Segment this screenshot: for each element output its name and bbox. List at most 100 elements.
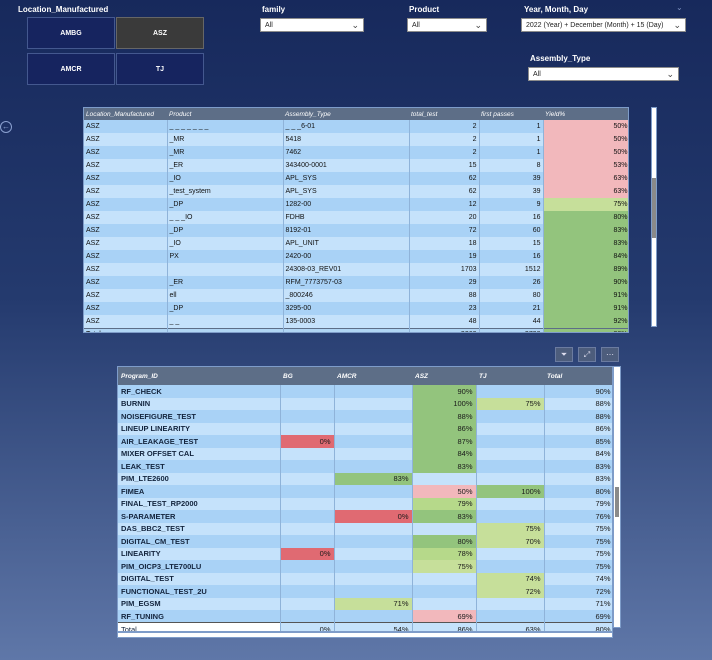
- program-matrix-scrollbar[interactable]: [613, 366, 621, 628]
- family-dropdown[interactable]: All ⌄: [260, 18, 364, 32]
- column-header[interactable]: Location_Manufactured: [84, 108, 167, 120]
- matrix-row[interactable]: DIGITAL_TEST 74% 74%: [118, 572, 612, 585]
- column-header[interactable]: ASZ: [412, 367, 476, 385]
- table-cell: _IO: [167, 172, 284, 185]
- location-tile-ambg[interactable]: AMBG: [27, 17, 115, 49]
- matrix-row[interactable]: NOISEFIGURE_TEST 88% 88%: [118, 410, 612, 423]
- matrix-row[interactable]: RF_CHECK 90% 90%: [118, 385, 612, 398]
- matrix-row[interactable]: DAS_BBC2_TEST 75% 75%: [118, 522, 612, 535]
- location-tile-tj[interactable]: TJ: [116, 53, 204, 85]
- table-row[interactable]: ASZ _ER RFM_7773757-03 29 26 90%: [84, 276, 628, 289]
- column-header[interactable]: Yield%: [543, 108, 628, 120]
- more-options-icon[interactable]: ⋯: [601, 347, 619, 362]
- matrix-cell: [334, 435, 413, 448]
- matrix-cell: [334, 585, 413, 598]
- column-header[interactable]: total_test: [409, 108, 479, 120]
- matrix-cell: 90%: [544, 385, 612, 398]
- matrix-cell: [412, 572, 477, 585]
- product-dropdown[interactable]: All ⌄: [407, 18, 487, 32]
- column-header[interactable]: Assembly_Type: [283, 108, 409, 120]
- matrix-row[interactable]: PIM_LTE2600 83% 83%: [118, 472, 612, 485]
- column-header[interactable]: Product: [167, 108, 283, 120]
- table-cell: 44: [479, 315, 544, 328]
- program-id-cell: PIM_EGSM: [118, 597, 281, 610]
- column-header[interactable]: first passes: [479, 108, 543, 120]
- matrix-row[interactable]: S-PARAMETER 0% 83% 76%: [118, 510, 612, 523]
- table-cell: 1: [479, 120, 544, 133]
- matrix-row[interactable]: FUNCTIONAL_TEST_2U 72% 72%: [118, 585, 612, 598]
- matrix-cell: [412, 472, 477, 485]
- table-cell: ASZ: [84, 172, 168, 185]
- table-row[interactable]: ASZ _ _ 135-0003 48 44 92%: [84, 315, 628, 328]
- matrix-cell: 72%: [476, 585, 545, 598]
- matrix-cell: [280, 560, 335, 573]
- matrix-row[interactable]: FINAL_TEST_RP2000 79% 79%: [118, 497, 612, 510]
- matrix-row[interactable]: LINEARITY 0% 78% 75%: [118, 547, 612, 560]
- matrix-cell: [280, 460, 335, 473]
- column-header[interactable]: Program_ID: [118, 367, 280, 385]
- program-id-cell: PIM_OICP3_LTE700LU: [118, 560, 281, 573]
- date-dropdown[interactable]: 2022 (Year) + December (Month) + 15 (Day…: [521, 18, 686, 32]
- table-cell: 92%: [543, 315, 628, 328]
- program-id-cell: LEAK_TEST: [118, 460, 281, 473]
- total-cell: [167, 327, 284, 332]
- matrix-cell: [334, 560, 413, 573]
- table-cell: 19: [409, 250, 480, 263]
- matrix-cell: 80%: [412, 535, 477, 548]
- table-cell: 15: [479, 237, 544, 250]
- matrix-row[interactable]: LINEUP LINEARITY 86% 86%: [118, 422, 612, 435]
- product-dropdown-value: All: [412, 22, 420, 29]
- matrix-row[interactable]: RF_TUNING 69% 69%: [118, 610, 612, 623]
- matrix-row[interactable]: LEAK_TEST 83% 83%: [118, 460, 612, 473]
- table-row[interactable]: ASZ 24308-03_REV01 1703 1512 89%: [84, 263, 628, 276]
- table-row[interactable]: ASZ PX 2420-00 19 16 84%: [84, 250, 628, 263]
- column-header[interactable]: AMCR: [334, 367, 412, 385]
- table-cell: 16: [479, 250, 544, 263]
- matrix-row[interactable]: FIMEA 50% 100% 80%: [118, 485, 612, 498]
- matrix-row[interactable]: PIM_EGSM 71% 71%: [118, 597, 612, 610]
- table-row[interactable]: ASZ _DP 3295-00 23 21 91%: [84, 302, 628, 315]
- table-row[interactable]: ASZ _MR 5418 2 1 50%: [84, 133, 628, 146]
- table-row[interactable]: ASZ _IO APL_SYS 62 39 63%: [84, 172, 628, 185]
- matrix-row[interactable]: DIGITAL_CM_TEST 80% 70% 75%: [118, 535, 612, 548]
- table-row[interactable]: ASZ ell _800246 88 80 91%: [84, 289, 628, 302]
- matrix-cell: 71%: [334, 597, 413, 610]
- table-row[interactable]: ASZ _DP 1282-00 12 9 75%: [84, 198, 628, 211]
- table-cell: 2: [409, 146, 480, 159]
- matrix-cell: [334, 547, 413, 560]
- table-row[interactable]: ASZ _MR 7462 2 1 50%: [84, 146, 628, 159]
- focus-mode-icon[interactable]: ⤢: [578, 347, 596, 362]
- matrix-row[interactable]: BURNIN 100% 75% 88%: [118, 397, 612, 410]
- location-tile-asz[interactable]: ASZ: [116, 17, 204, 49]
- matrix-cell: [412, 585, 477, 598]
- matrix-cell: 69%: [544, 610, 612, 623]
- table-cell: ASZ: [84, 146, 168, 159]
- table-cell: 50%: [543, 120, 628, 133]
- column-header[interactable]: BG: [280, 367, 334, 385]
- table-row[interactable]: ASZ _IO APL_UNIT 18 15 83%: [84, 237, 628, 250]
- table-row[interactable]: ASZ _DP 8192-01 72 60 83%: [84, 224, 628, 237]
- table-row[interactable]: ASZ _test_system APL_SYS 62 39 63%: [84, 185, 628, 198]
- matrix-cell: [334, 610, 413, 623]
- matrix-cell: 75%: [544, 560, 612, 573]
- back-arrow-icon[interactable]: ←: [0, 121, 12, 133]
- column-header[interactable]: Total: [544, 367, 612, 385]
- matrix-row[interactable]: AIR_LEAKAGE_TEST 0% 87% 85%: [118, 435, 612, 448]
- matrix-row[interactable]: PIM_OICP3_LTE700LU 75% 75%: [118, 560, 612, 573]
- table-cell: _ _ _IO: [167, 211, 284, 224]
- filter-icon[interactable]: ⏷: [555, 347, 573, 362]
- table-cell: ASZ: [84, 211, 168, 224]
- program-matrix-hscrollbar[interactable]: [117, 632, 613, 638]
- table-cell: 50%: [543, 133, 628, 146]
- matrix-row[interactable]: MIXER OFFSET CAL 84% 84%: [118, 447, 612, 460]
- assembly-dropdown[interactable]: All ⌄: [528, 67, 679, 81]
- table-cell: _800246: [283, 289, 410, 302]
- table-row[interactable]: ASZ _ _ _ _ _ _ _ _ _ _6-01 2 1 50%: [84, 120, 628, 133]
- matrix-cell: 83%: [412, 460, 477, 473]
- matrix-cell: 75%: [476, 397, 545, 410]
- column-header[interactable]: TJ: [476, 367, 544, 385]
- yield-table-scrollbar[interactable]: [651, 107, 657, 327]
- location-tile-amcr[interactable]: AMCR: [27, 53, 115, 85]
- table-row[interactable]: ASZ _ _ _IO FDHB 20 16 80%: [84, 211, 628, 224]
- table-row[interactable]: ASZ _ER 343400-0001 15 8 53%: [84, 159, 628, 172]
